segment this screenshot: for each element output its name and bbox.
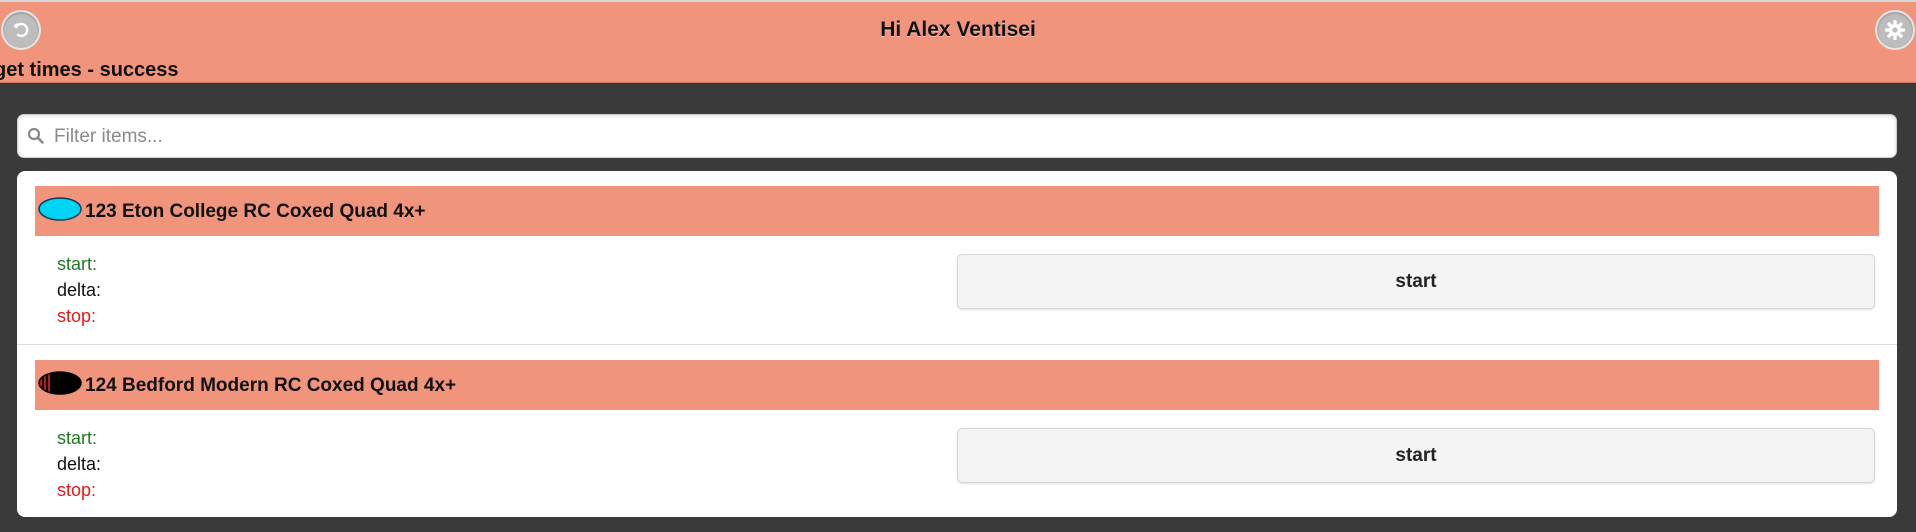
start-label: start:	[57, 254, 98, 274]
item-header: 123 Eton College RC Coxed Quad 4x+	[35, 186, 1879, 236]
status-message: get times - success	[0, 59, 179, 81]
item-title: 123 Eton College RC Coxed Quad 4x+	[85, 201, 426, 222]
gear-icon	[1885, 20, 1905, 40]
list-item: 123 Eton College RC Coxed Quad 4x+ start…	[17, 171, 1897, 344]
item-title: 124 Bedford Modern RC Coxed Quad 4x+	[85, 375, 457, 396]
stop-label: stop:	[57, 306, 97, 326]
search-icon	[27, 127, 44, 144]
blade-cyan-icon	[38, 197, 82, 221]
settings-button[interactable]	[1877, 12, 1913, 48]
stop-label: stop:	[57, 480, 97, 500]
list-item: 124 Bedford Modern RC Coxed Quad 4x+ sta…	[17, 344, 1897, 517]
page-title: Hi Alex Ventisei	[880, 18, 1036, 41]
item-header: 124 Bedford Modern RC Coxed Quad 4x+	[35, 360, 1879, 410]
start-button[interactable]: start	[957, 254, 1875, 309]
filter-bar	[17, 114, 1897, 158]
blade-black-red-stripes-icon	[38, 371, 82, 395]
start-label: start:	[57, 428, 98, 448]
filter-input[interactable]	[52, 121, 1886, 153]
delta-label: delta:	[57, 454, 102, 474]
boat-list: 123 Eton College RC Coxed Quad 4x+ start…	[17, 171, 1897, 517]
app-header: Hi Alex Ventisei get times - success	[0, 0, 1916, 83]
start-button[interactable]: start	[957, 428, 1875, 483]
delta-label: delta:	[57, 280, 102, 300]
